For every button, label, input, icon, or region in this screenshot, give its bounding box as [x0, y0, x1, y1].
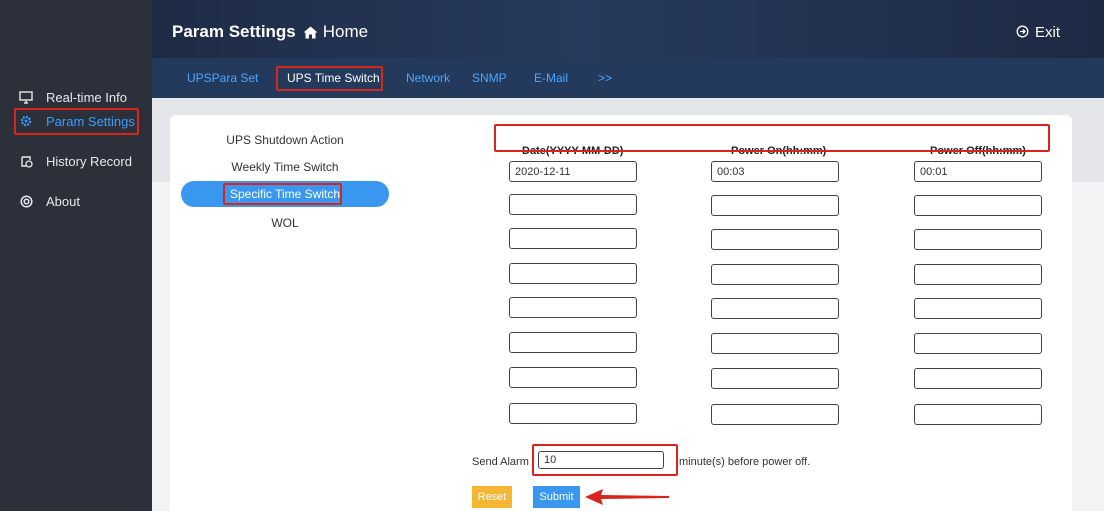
power-off-input[interactable]	[914, 298, 1042, 319]
sidebar-item-label: About	[46, 193, 80, 209]
subnav-specific-time-switch[interactable]: Specific Time Switch	[181, 181, 389, 207]
monitor-icon	[18, 89, 34, 105]
sidebar: Real-time Info Param Settings History Re…	[0, 0, 152, 511]
home-icon	[303, 26, 318, 38]
power-on-input[interactable]	[711, 333, 839, 354]
tab-email[interactable]: E-Mail	[534, 71, 568, 85]
date-input[interactable]	[509, 403, 637, 424]
power-on-input[interactable]	[711, 195, 839, 216]
sidebar-item-realtime-info[interactable]: Real-time Info	[18, 84, 127, 110]
date-input[interactable]	[509, 367, 637, 388]
page-title: Param Settings Home	[172, 22, 369, 42]
power-off-input[interactable]	[914, 404, 1042, 425]
sidebar-item-param-settings[interactable]: Param Settings	[18, 108, 135, 134]
power-off-input[interactable]	[914, 195, 1042, 216]
date-input[interactable]	[509, 297, 637, 318]
pointer-arrow-icon	[585, 489, 669, 505]
home-link[interactable]: Home	[323, 22, 368, 42]
gear-icon	[18, 113, 34, 129]
date-input[interactable]	[509, 332, 637, 353]
tab-snmp[interactable]: SNMP	[472, 71, 507, 85]
history-icon	[18, 153, 34, 169]
date-input[interactable]: 2020-12-11	[509, 161, 637, 182]
submit-button[interactable]: Submit	[533, 486, 580, 508]
send-alarm-input[interactable]: 10	[538, 451, 664, 469]
sidebar-item-about[interactable]: About	[18, 188, 80, 214]
power-on-input[interactable]	[711, 264, 839, 285]
date-input[interactable]	[509, 263, 637, 284]
power-on-input[interactable]: 00:03	[711, 161, 839, 182]
power-off-input[interactable]	[914, 368, 1042, 389]
exit-button[interactable]: Exit	[1016, 24, 1060, 41]
send-alarm-label: Send Alarm	[472, 456, 529, 468]
power-on-input[interactable]	[711, 229, 839, 250]
about-icon	[18, 193, 34, 209]
power-on-input[interactable]	[711, 404, 839, 425]
power-off-input[interactable]	[914, 229, 1042, 250]
power-off-input[interactable]: 00:01	[914, 161, 1042, 182]
subnav-wol[interactable]: WOL	[181, 210, 389, 236]
tab-network[interactable]: Network	[406, 71, 450, 85]
subnav-ups-shutdown-action[interactable]: UPS Shutdown Action	[181, 127, 389, 153]
tab-upspara-set[interactable]: UPSPara Set	[187, 71, 258, 85]
column-header-power-off: Power Off(hh:mm)	[930, 145, 1026, 157]
power-on-input[interactable]	[711, 298, 839, 319]
tab-ups-time-switch[interactable]: UPS Time Switch	[287, 71, 380, 85]
tab-bar: UPSPara Set UPS Time Switch Network SNMP…	[152, 58, 1104, 98]
top-bar: Param Settings Home Exit	[152, 0, 1104, 58]
column-header-date: Date(YYYY-MM-DD)	[522, 145, 624, 157]
power-off-input[interactable]	[914, 333, 1042, 354]
date-input[interactable]	[509, 194, 637, 215]
sidebar-item-label: Real-time Info	[46, 89, 127, 105]
power-on-input[interactable]	[711, 368, 839, 389]
tab-more[interactable]: >>	[598, 71, 612, 85]
sidebar-item-history-record[interactable]: History Record	[18, 148, 132, 174]
reset-button[interactable]: Reset	[472, 486, 512, 508]
send-alarm-suffix: minute(s) before power off.	[679, 456, 811, 468]
column-header-power-on: Power On(hh:mm)	[731, 145, 827, 157]
sidebar-item-label: Param Settings	[46, 113, 135, 129]
sidebar-item-label: History Record	[46, 153, 132, 169]
power-off-input[interactable]	[914, 264, 1042, 285]
exit-icon	[1016, 25, 1029, 41]
date-input[interactable]	[509, 228, 637, 249]
subnav-weekly-time-switch[interactable]: Weekly Time Switch	[181, 154, 389, 180]
